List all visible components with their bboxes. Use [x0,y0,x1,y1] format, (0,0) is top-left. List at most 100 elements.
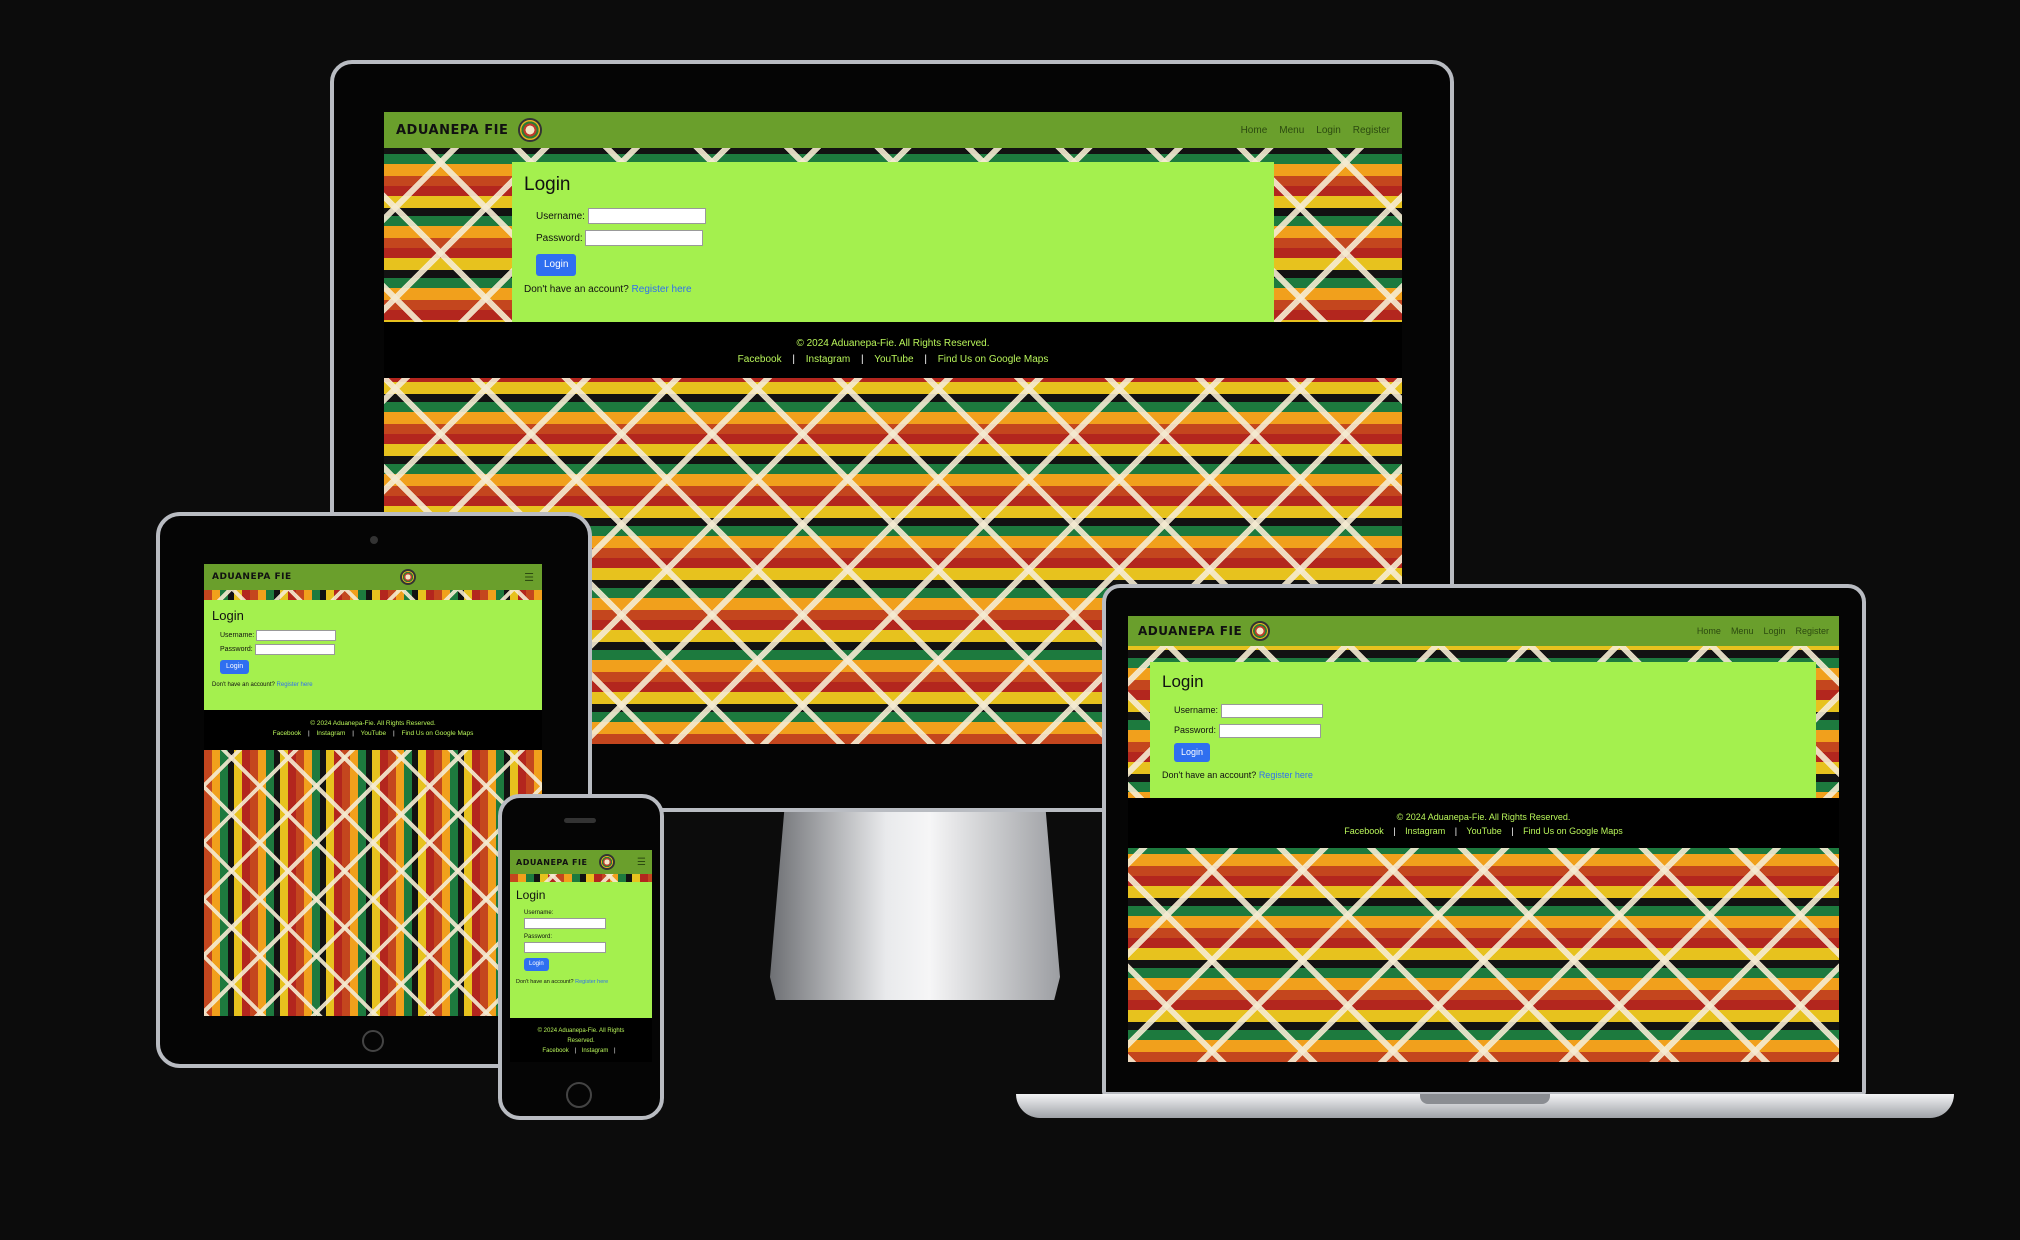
footer-sep: | [792,354,795,365]
footer-youtube[interactable]: YouTube [361,730,387,737]
password-label: Password: [524,934,553,941]
phone-speaker [564,818,596,823]
copyright: © 2024 Aduanepa-Fie. All Rights Reserved… [310,720,436,727]
footer-sep: | [352,730,354,737]
footer-sep: | [924,354,927,365]
brand[interactable]: ADUANEPA FIE [396,123,508,138]
login-title: Login [212,608,244,623]
register-prompt: Don't have an account? [212,682,275,688]
navbar: ADUANEPA FIE Home Menu Login Register [1128,616,1839,646]
navbar: ADUANEPA FIE Home Menu Login Register [384,112,1402,148]
footer-google-maps[interactable]: Find Us on Google Maps [401,730,473,737]
password-input[interactable] [585,230,704,247]
login-title: Login [524,174,571,195]
laptop-screen: ADUANEPA FIE Home Menu Login Register Lo… [1128,616,1839,1062]
username-input[interactable] [256,629,337,641]
footer: © 2024 Aduanepa-Fie. All Rights Reserved… [1128,798,1839,848]
navbar: ADUANEPA FIE ☰ [204,564,542,590]
emblem-logo-icon [399,569,416,585]
footer-instagram[interactable]: Instagram [1405,826,1445,836]
brand[interactable]: ADUANEPA FIE [1138,624,1242,638]
login-card: Login Username: Password: Login Don't ha… [510,882,652,1018]
footer-sep: | [307,730,310,737]
footer-instagram[interactable]: Instagram [316,730,345,737]
register-prompt: Don't have an account? [516,979,574,986]
phone-home-button[interactable] [566,1082,592,1108]
username-input[interactable] [587,208,706,225]
username-label: Username: [524,910,554,916]
login-card: Login Username: Password: Login Don't ha… [512,162,1274,322]
emblem-logo-icon [518,118,543,142]
password-label: Password: [536,233,583,244]
footer: © 2024 Aduanepa-Fie. All Rights Reserved… [510,1018,652,1062]
brand[interactable]: ADUANEPA FIE [516,858,587,867]
nav-register[interactable]: Register [1795,626,1829,636]
hamburger-icon[interactable]: ☰ [637,857,646,868]
register-prompt: Don't have an account? [524,284,629,295]
nav-links: Home Menu Login Register [1697,626,1829,636]
nav-menu[interactable]: Menu [1279,125,1304,136]
copyright: © 2024 Aduanepa-Fie. All Rights Reserved… [796,338,990,349]
footer-instagram[interactable]: Instagram [582,1048,609,1054]
nav-links: Home Menu Login Register [1241,125,1390,136]
footer-facebook[interactable]: Facebook [738,354,782,365]
login-card: Login Username: Password: Login Don't ha… [204,600,542,710]
username-input[interactable] [524,918,606,929]
password-label: Password: [1174,725,1217,735]
footer-sep: | [1393,826,1396,836]
footer: © 2024 Aduanepa-Fie. All Rights Reserved… [384,322,1402,378]
password-input[interactable] [254,643,335,655]
tablet-camera [370,536,378,544]
monitor-stand [770,808,1060,1000]
nav-home[interactable]: Home [1697,626,1721,636]
footer-sep: | [1454,826,1458,836]
footer-facebook[interactable]: Facebook [1344,826,1384,836]
footer-sep: | [861,354,864,365]
password-input[interactable] [524,942,606,954]
footer: © 2024 Aduanepa-Fie. All Rights Reserved… [204,710,542,750]
copyright-line-2: Reserved. [567,1038,595,1044]
login-button[interactable]: Login [1174,743,1211,762]
login-button[interactable]: Login [524,958,549,972]
footer-sep: | [574,1048,576,1054]
tablet-home-button[interactable] [362,1030,384,1052]
emblem-logo-icon [1250,621,1271,641]
login-title: Login [1162,672,1204,691]
password-input[interactable] [1218,723,1321,738]
nav-register[interactable]: Register [1353,125,1390,136]
tablet-screen: ADUANEPA FIE ☰ Login Username: Password:… [204,564,542,1016]
copyright: © 2024 Aduanepa-Fie. All Rights Reserved… [1396,812,1571,822]
register-link[interactable]: Register here [575,979,608,985]
footer-facebook[interactable]: Facebook [273,730,302,737]
laptop-notch [1420,1094,1550,1104]
navbar: ADUANEPA FIE ☰ [510,850,652,874]
login-button[interactable]: Login [536,254,577,276]
nav-home[interactable]: Home [1241,125,1268,136]
footer-google-maps[interactable]: Find Us on Google Maps [1523,826,1623,836]
register-link[interactable]: Register here [1259,770,1313,780]
login-card: Login Username: Password: Login Don't ha… [1150,662,1816,798]
nav-menu[interactable]: Menu [1731,626,1754,636]
footer-facebook[interactable]: Facebook [542,1048,568,1054]
nav-login[interactable]: Login [1763,626,1785,636]
emblem-logo-icon [599,854,616,870]
password-label: Password: [220,646,253,653]
footer-google-maps[interactable]: Find Us on Google Maps [938,354,1049,365]
hamburger-icon[interactable]: ☰ [524,571,534,584]
register-link[interactable]: Register here [277,682,313,688]
register-link[interactable]: Register here [632,284,692,295]
username-label: Username: [1174,705,1219,715]
footer-youtube[interactable]: YouTube [874,354,913,365]
footer-instagram[interactable]: Instagram [806,354,850,365]
username-label: Username: [536,211,585,222]
nav-login[interactable]: Login [1316,125,1340,136]
footer-sep: | [392,730,395,737]
login-button[interactable]: Login [220,660,250,674]
username-label: Username: [220,632,255,639]
login-title: Login [516,888,546,902]
username-input[interactable] [1220,703,1323,718]
footer-sep: | [614,1048,616,1054]
footer-sep: | [1511,826,1514,836]
brand[interactable]: ADUANEPA FIE [212,572,292,582]
footer-youtube[interactable]: YouTube [1466,826,1501,836]
